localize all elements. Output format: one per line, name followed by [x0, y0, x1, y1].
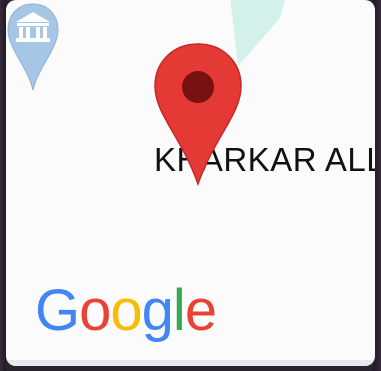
logo-letter: g — [141, 278, 174, 343]
card-bottom-edge — [6, 360, 375, 366]
location-pin-icon[interactable] — [151, 40, 245, 186]
logo-letter: o — [79, 278, 111, 343]
google-logo: Google — [35, 278, 217, 343]
logo-letter: e — [184, 278, 217, 343]
museum-marker-icon[interactable] — [6, 0, 60, 92]
logo-letter: G — [35, 278, 80, 343]
map-thumbnail[interactable]: KHARKAR ALLE Google — [6, 0, 375, 366]
logo-letter: l — [172, 278, 186, 343]
logo-letter: o — [110, 278, 142, 343]
